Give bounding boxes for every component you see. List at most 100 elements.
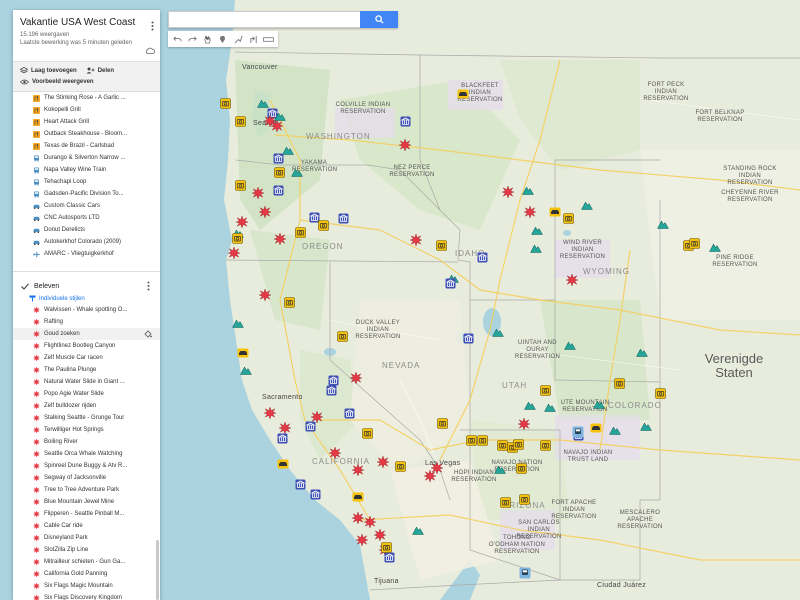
- map-marker-camera-icon[interactable]: [234, 115, 246, 127]
- map-marker-camera-icon[interactable]: [234, 179, 246, 191]
- map-marker-camera-icon[interactable]: [613, 377, 625, 389]
- map-marker-mountain-icon[interactable]: [531, 224, 543, 236]
- map-marker-museum-icon[interactable]: [272, 184, 284, 196]
- map-marker-star-icon[interactable]: [259, 289, 271, 301]
- map-marker-star-icon[interactable]: [252, 187, 264, 199]
- map-marker-star-icon[interactable]: [274, 233, 286, 245]
- layer-item[interactable]: Heart Attack Grill: [13, 116, 160, 128]
- map-marker-star-icon[interactable]: [352, 464, 364, 476]
- undo-button[interactable]: [171, 33, 183, 46]
- map-marker-museum-icon[interactable]: [337, 212, 349, 224]
- layer-item[interactable]: Zelf Muscle Car racen: [13, 352, 160, 364]
- add-marker-button[interactable]: [217, 33, 229, 46]
- map-marker-mountain-icon[interactable]: [709, 241, 721, 253]
- map-marker-star-icon[interactable]: [356, 534, 368, 546]
- layer-item[interactable]: Flipperen - Seattle Pinball M...: [13, 508, 160, 520]
- map-marker-train-icon[interactable]: [572, 426, 584, 438]
- map-marker-star-icon[interactable]: [350, 372, 362, 384]
- map-marker-museum-icon[interactable]: [476, 251, 488, 263]
- layer-item[interactable]: Blue Mountain Jewel Mine: [13, 496, 160, 508]
- map-marker-camera-icon[interactable]: [336, 330, 348, 342]
- hand-tool-button[interactable]: [202, 33, 214, 46]
- map-marker-star-icon[interactable]: [259, 206, 271, 218]
- layer-item[interactable]: SlotZilla Zip Line: [13, 544, 160, 556]
- layer-item[interactable]: Disneyland Park: [13, 532, 160, 544]
- map-marker-star-icon[interactable]: [352, 512, 364, 524]
- map-marker-star-icon[interactable]: [377, 456, 389, 468]
- map-marker-camera-icon[interactable]: [317, 219, 329, 231]
- map-marker-car-icon[interactable]: [549, 206, 561, 218]
- map-marker-camera-icon[interactable]: [515, 462, 527, 474]
- map-marker-camera-icon[interactable]: [512, 438, 524, 450]
- ruler-button[interactable]: [263, 33, 275, 46]
- layer-item[interactable]: Custom Classic Cars: [13, 200, 160, 212]
- layer-item[interactable]: Zelf bulldozer rijden: [13, 400, 160, 412]
- layer-item[interactable]: Six Flags Discovery Kingdom: [13, 592, 160, 600]
- map-marker-star-icon[interactable]: [374, 529, 386, 541]
- map-marker-camera-icon[interactable]: [380, 541, 392, 553]
- map-marker-mountain-icon[interactable]: [524, 399, 536, 411]
- map-marker-mountain-icon[interactable]: [232, 317, 244, 329]
- layer-item[interactable]: Flightlinez Bootleg Canyon: [13, 340, 160, 352]
- map-marker-camera-icon[interactable]: [562, 212, 574, 224]
- add-layer-button[interactable]: Laag toevoegen: [20, 67, 77, 74]
- map-marker-mountain-icon[interactable]: [636, 346, 648, 358]
- map-marker-camera-icon[interactable]: [273, 166, 285, 178]
- layer-item[interactable]: Kokopelli Grill: [13, 104, 160, 116]
- map-marker-camera-icon[interactable]: [539, 439, 551, 451]
- map-marker-mountain-icon[interactable]: [564, 339, 576, 351]
- map-marker-star-icon[interactable]: [329, 447, 341, 459]
- map-marker-mountain-icon[interactable]: [530, 242, 542, 254]
- layer-item[interactable]: Spinreel Dune Buggy & Atv R...: [13, 460, 160, 472]
- layer-item[interactable]: Napa Valley Wine Train: [13, 164, 160, 176]
- map-marker-car-icon[interactable]: [237, 347, 249, 359]
- map-marker-museum-icon[interactable]: [325, 384, 337, 396]
- map-options-button[interactable]: [151, 18, 154, 36]
- map-marker-mountain-icon[interactable]: [593, 398, 605, 410]
- map-marker-star-icon[interactable]: [566, 274, 578, 286]
- map-marker-car-icon[interactable]: [590, 422, 602, 434]
- map-marker-mountain-icon[interactable]: [640, 420, 652, 432]
- map-marker-camera-icon[interactable]: [476, 434, 488, 446]
- map-marker-star-icon[interactable]: [364, 516, 376, 528]
- map-marker-mountain-icon[interactable]: [291, 166, 303, 178]
- layer-item[interactable]: Rafting: [13, 316, 160, 328]
- map-marker-mountain-icon[interactable]: [274, 110, 286, 122]
- map-marker-camera-icon[interactable]: [539, 384, 551, 396]
- map-marker-mountain-icon[interactable]: [657, 218, 669, 230]
- map-marker-mountain-icon[interactable]: [494, 463, 506, 475]
- map-marker-car-icon[interactable]: [277, 458, 289, 470]
- map-marker-camera-icon[interactable]: [394, 460, 406, 472]
- layer-item[interactable]: Stalking Seattle - Grunge Tour: [13, 412, 160, 424]
- layer-item[interactable]: Texas de Brazil - Carlsbad: [13, 140, 160, 152]
- map-marker-museum-icon[interactable]: [462, 332, 474, 344]
- map-marker-museum-icon[interactable]: [309, 488, 321, 500]
- map-marker-museum-icon[interactable]: [343, 407, 355, 419]
- map-marker-camera-icon[interactable]: [518, 493, 530, 505]
- layer-options-button[interactable]: [147, 281, 150, 293]
- map-marker-camera-icon[interactable]: [654, 387, 666, 399]
- layer-item[interactable]: Natural Water Slide in Giant ...: [13, 376, 160, 388]
- map-marker-mountain-icon[interactable]: [522, 184, 534, 196]
- layer-item[interactable]: Terwilliger Hot Springs: [13, 424, 160, 436]
- map-marker-mountain-icon[interactable]: [240, 364, 252, 376]
- layer-style-link[interactable]: Individuele stijlen: [13, 293, 160, 304]
- layer-item[interactable]: Autokerkhof Colorado (2009): [13, 236, 160, 248]
- layer-item[interactable]: Tree to Tree Adventure Park: [13, 484, 160, 496]
- layer-beleven-header[interactable]: Beleven: [13, 279, 160, 293]
- layer-item[interactable]: Outback Steakhouse - Bloom...: [13, 128, 160, 140]
- layer-item[interactable]: Mitrailleur schieten - Gun Ga...: [13, 556, 160, 568]
- layer-item[interactable]: California Gold Panning: [13, 568, 160, 580]
- map-marker-star-icon[interactable]: [264, 407, 276, 419]
- map-marker-star-icon[interactable]: [228, 247, 240, 259]
- checkmark-icon[interactable]: [21, 282, 29, 290]
- map-marker-camera-icon[interactable]: [294, 226, 306, 238]
- layer-item[interactable]: Durango & Silverton Narrow ...: [13, 152, 160, 164]
- layer-item[interactable]: Popo Agie Water Slide: [13, 388, 160, 400]
- layer-item[interactable]: Segway of Jacksonville: [13, 472, 160, 484]
- map-marker-camera-icon[interactable]: [361, 427, 373, 439]
- layer-item[interactable]: Tehachapi Loop: [13, 176, 160, 188]
- layer-item[interactable]: AMARC - Vliegtuigkerkhof: [13, 248, 160, 260]
- map-marker-camera-icon[interactable]: [231, 232, 243, 244]
- map-marker-star-icon[interactable]: [424, 470, 436, 482]
